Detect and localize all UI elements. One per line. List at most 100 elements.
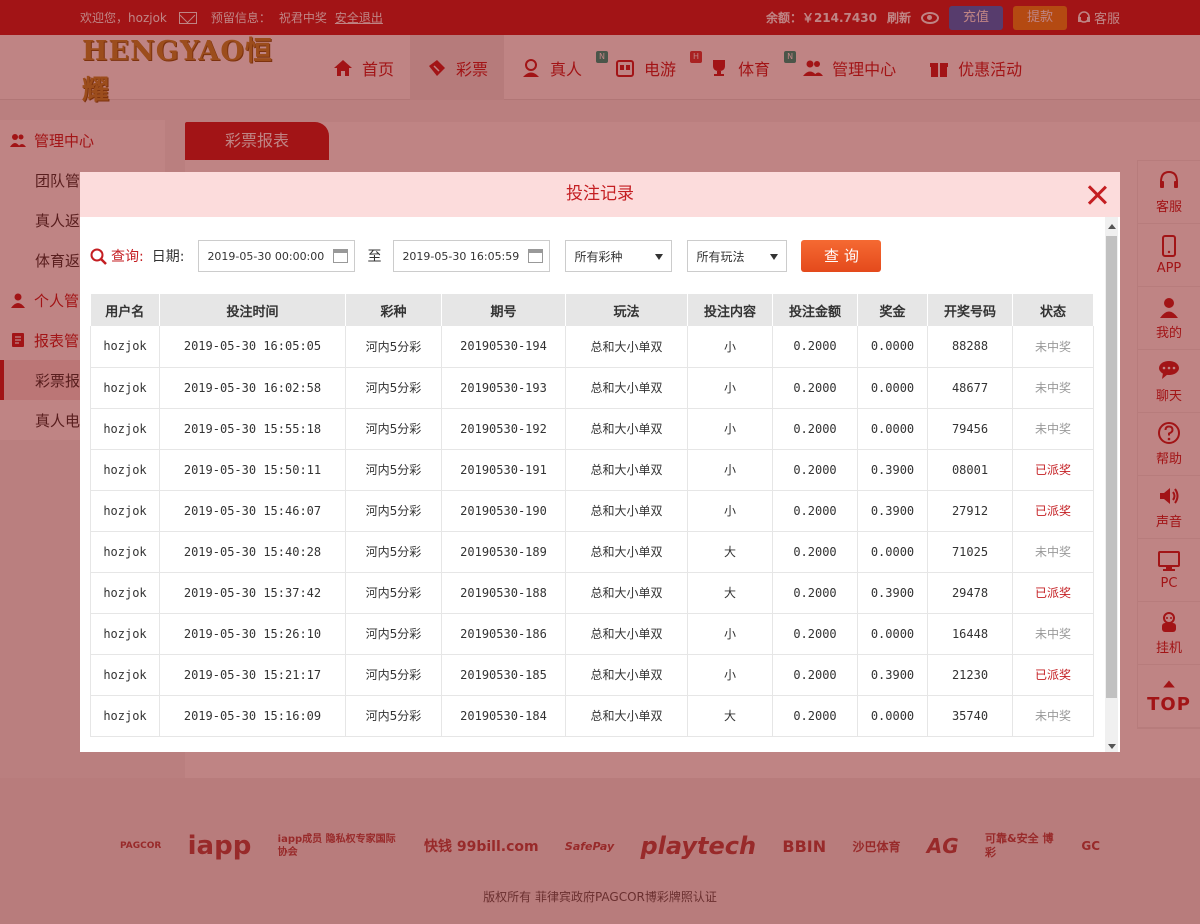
table-cell: 79456	[927, 408, 1013, 450]
table-cell: 小	[687, 367, 773, 409]
status-cell: 未中奖	[1012, 408, 1094, 450]
table-cell: 2019-05-30 15:16:09	[159, 695, 346, 737]
column-header: 投注金额	[772, 294, 858, 326]
end-date-input[interactable]: 2019-05-30 16:05:59	[393, 240, 551, 272]
table-header-row: 用户名 投注时间 彩种 期号 玩法 投注内容 投注金额 奖金 开奖号码 状态	[90, 294, 1094, 326]
table-cell: hozjok	[90, 326, 160, 368]
table-cell: 16448	[927, 613, 1013, 655]
table-body: hozjok 2019-05-30 16:05:05 河内5分彩 20190530-1…	[90, 326, 1094, 737]
table-cell: 0.0000	[857, 695, 928, 737]
table-cell: hozjok	[90, 367, 160, 409]
table-cell: 总和大小单双	[565, 449, 688, 491]
table-cell: 20190530-185	[441, 654, 566, 696]
table-row[interactable]: hozjok 2019-05-30 15:55:18 河内5分彩 20190530-1…	[90, 408, 1094, 450]
table-cell: 0.2000	[772, 367, 858, 409]
table-cell: 小	[687, 326, 773, 368]
table-cell: 总和大小单双	[565, 531, 688, 573]
table-row[interactable]: hozjok 2019-05-30 15:26:10 河内5分彩 20190530-1…	[90, 613, 1094, 655]
table-cell: 河内5分彩	[345, 408, 442, 450]
status-cell: 未中奖	[1012, 531, 1094, 573]
table-cell: 河内5分彩	[345, 531, 442, 573]
table-cell: 29478	[927, 572, 1013, 614]
column-header: 奖金	[857, 294, 928, 326]
status-cell: 已派奖	[1012, 572, 1094, 614]
table-cell: 21230	[927, 654, 1013, 696]
start-date-input[interactable]: 2019-05-30 00:00:00	[198, 240, 356, 272]
table-cell: 大	[687, 531, 773, 573]
table-row[interactable]: hozjok 2019-05-30 15:37:42 河内5分彩 20190530-1…	[90, 572, 1094, 614]
table-cell: hozjok	[90, 695, 160, 737]
status-cell: 已派奖	[1012, 490, 1094, 532]
table-cell: 88288	[927, 326, 1013, 368]
table-row[interactable]: hozjok 2019-05-30 16:05:05 河内5分彩 20190530-1…	[90, 326, 1094, 368]
scroll-thumb[interactable]	[1106, 236, 1117, 698]
table-cell: 0.2000	[772, 490, 858, 532]
filter-bar: 查询: 日期: 2019-05-30 00:00:00 至 2019-05-30…	[90, 240, 882, 272]
table-row[interactable]: hozjok 2019-05-30 15:40:28 河内5分彩 20190530-1…	[90, 531, 1094, 573]
table-cell: 0.3900	[857, 654, 928, 696]
table-row[interactable]: hozjok 2019-05-30 15:16:09 河内5分彩 20190530-1…	[90, 695, 1094, 737]
table-cell: 大	[687, 572, 773, 614]
table-cell: 20190530-191	[441, 449, 566, 491]
table-cell: 0.2000	[772, 531, 858, 573]
table-cell: 0.0000	[857, 367, 928, 409]
table-row[interactable]: hozjok 2019-05-30 16:02:58 河内5分彩 20190530-1…	[90, 367, 1094, 409]
table-cell: 总和大小单双	[565, 408, 688, 450]
table-cell: hozjok	[90, 654, 160, 696]
table-cell: 河内5分彩	[345, 490, 442, 532]
table-cell: 小	[687, 613, 773, 655]
bet-record-table: 用户名 投注时间 彩种 期号 玩法 投注内容 投注金额 奖金 开奖号码 状态 hozjok 2019…	[90, 294, 1094, 737]
table-cell: 2019-05-30 15:26:10	[159, 613, 346, 655]
play-type-select[interactable]: 所有玩法	[687, 240, 788, 272]
table-cell: 0.3900	[857, 572, 928, 614]
status-cell: 已派奖	[1012, 449, 1094, 491]
table-cell: 20190530-193	[441, 367, 566, 409]
table-cell: 2019-05-30 16:02:58	[159, 367, 346, 409]
to-label: 至	[367, 249, 382, 265]
search-button[interactable]: 查 询	[801, 240, 882, 272]
table-cell: 河内5分彩	[345, 654, 442, 696]
table-cell: 20190530-186	[441, 613, 566, 655]
table-cell: 总和大小单双	[565, 572, 688, 614]
table-cell: 总和大小单双	[565, 367, 688, 409]
scroll-down-arrow-icon[interactable]	[1108, 744, 1116, 749]
modal-scrollbar[interactable]	[1105, 217, 1118, 752]
table-cell: 0.2000	[772, 408, 858, 450]
table-row[interactable]: hozjok 2019-05-30 15:46:07 河内5分彩 20190530-1…	[90, 490, 1094, 532]
table-cell: 0.2000	[772, 613, 858, 655]
table-row[interactable]: hozjok 2019-05-30 15:50:11 河内5分彩 20190530-1…	[90, 449, 1094, 491]
calendar-icon[interactable]	[528, 249, 544, 263]
table-cell: 河内5分彩	[345, 367, 442, 409]
table-cell: 2019-05-30 15:55:18	[159, 408, 346, 450]
lottery-type-select[interactable]: 所有彩种	[565, 240, 673, 272]
table-cell: 20190530-188	[441, 572, 566, 614]
column-header: 用户名	[90, 294, 160, 326]
column-header: 开奖号码	[927, 294, 1013, 326]
table-cell: 20190530-190	[441, 490, 566, 532]
table-cell: 0.0000	[857, 613, 928, 655]
table-cell: 小	[687, 408, 773, 450]
start-date-value: 2019-05-30 00:00:00	[207, 249, 325, 263]
close-icon[interactable]	[1086, 184, 1108, 206]
column-header: 彩种	[345, 294, 442, 326]
column-header: 玩法	[565, 294, 688, 326]
table-cell: 0.3900	[857, 449, 928, 491]
modal-title: 投注记录	[566, 184, 634, 204]
scroll-up-arrow-icon[interactable]	[1108, 224, 1116, 229]
table-cell: 0.0000	[857, 408, 928, 450]
table-cell: 0.0000	[857, 531, 928, 573]
table-cell: 总和大小单双	[565, 654, 688, 696]
table-cell: 小	[687, 490, 773, 532]
status-cell: 未中奖	[1012, 326, 1094, 368]
table-cell: 20190530-192	[441, 408, 566, 450]
table-cell: 0.2000	[772, 695, 858, 737]
table-cell: hozjok	[90, 408, 160, 450]
table-cell: 48677	[927, 367, 1013, 409]
status-cell: 未中奖	[1012, 613, 1094, 655]
table-row[interactable]: hozjok 2019-05-30 15:21:17 河内5分彩 20190530-1…	[90, 654, 1094, 696]
table-cell: 0.3900	[857, 490, 928, 532]
play-type-value: 所有玩法	[696, 249, 745, 264]
table-cell: 20190530-184	[441, 695, 566, 737]
calendar-icon[interactable]	[333, 249, 349, 263]
table-cell: 河内5分彩	[345, 613, 442, 655]
